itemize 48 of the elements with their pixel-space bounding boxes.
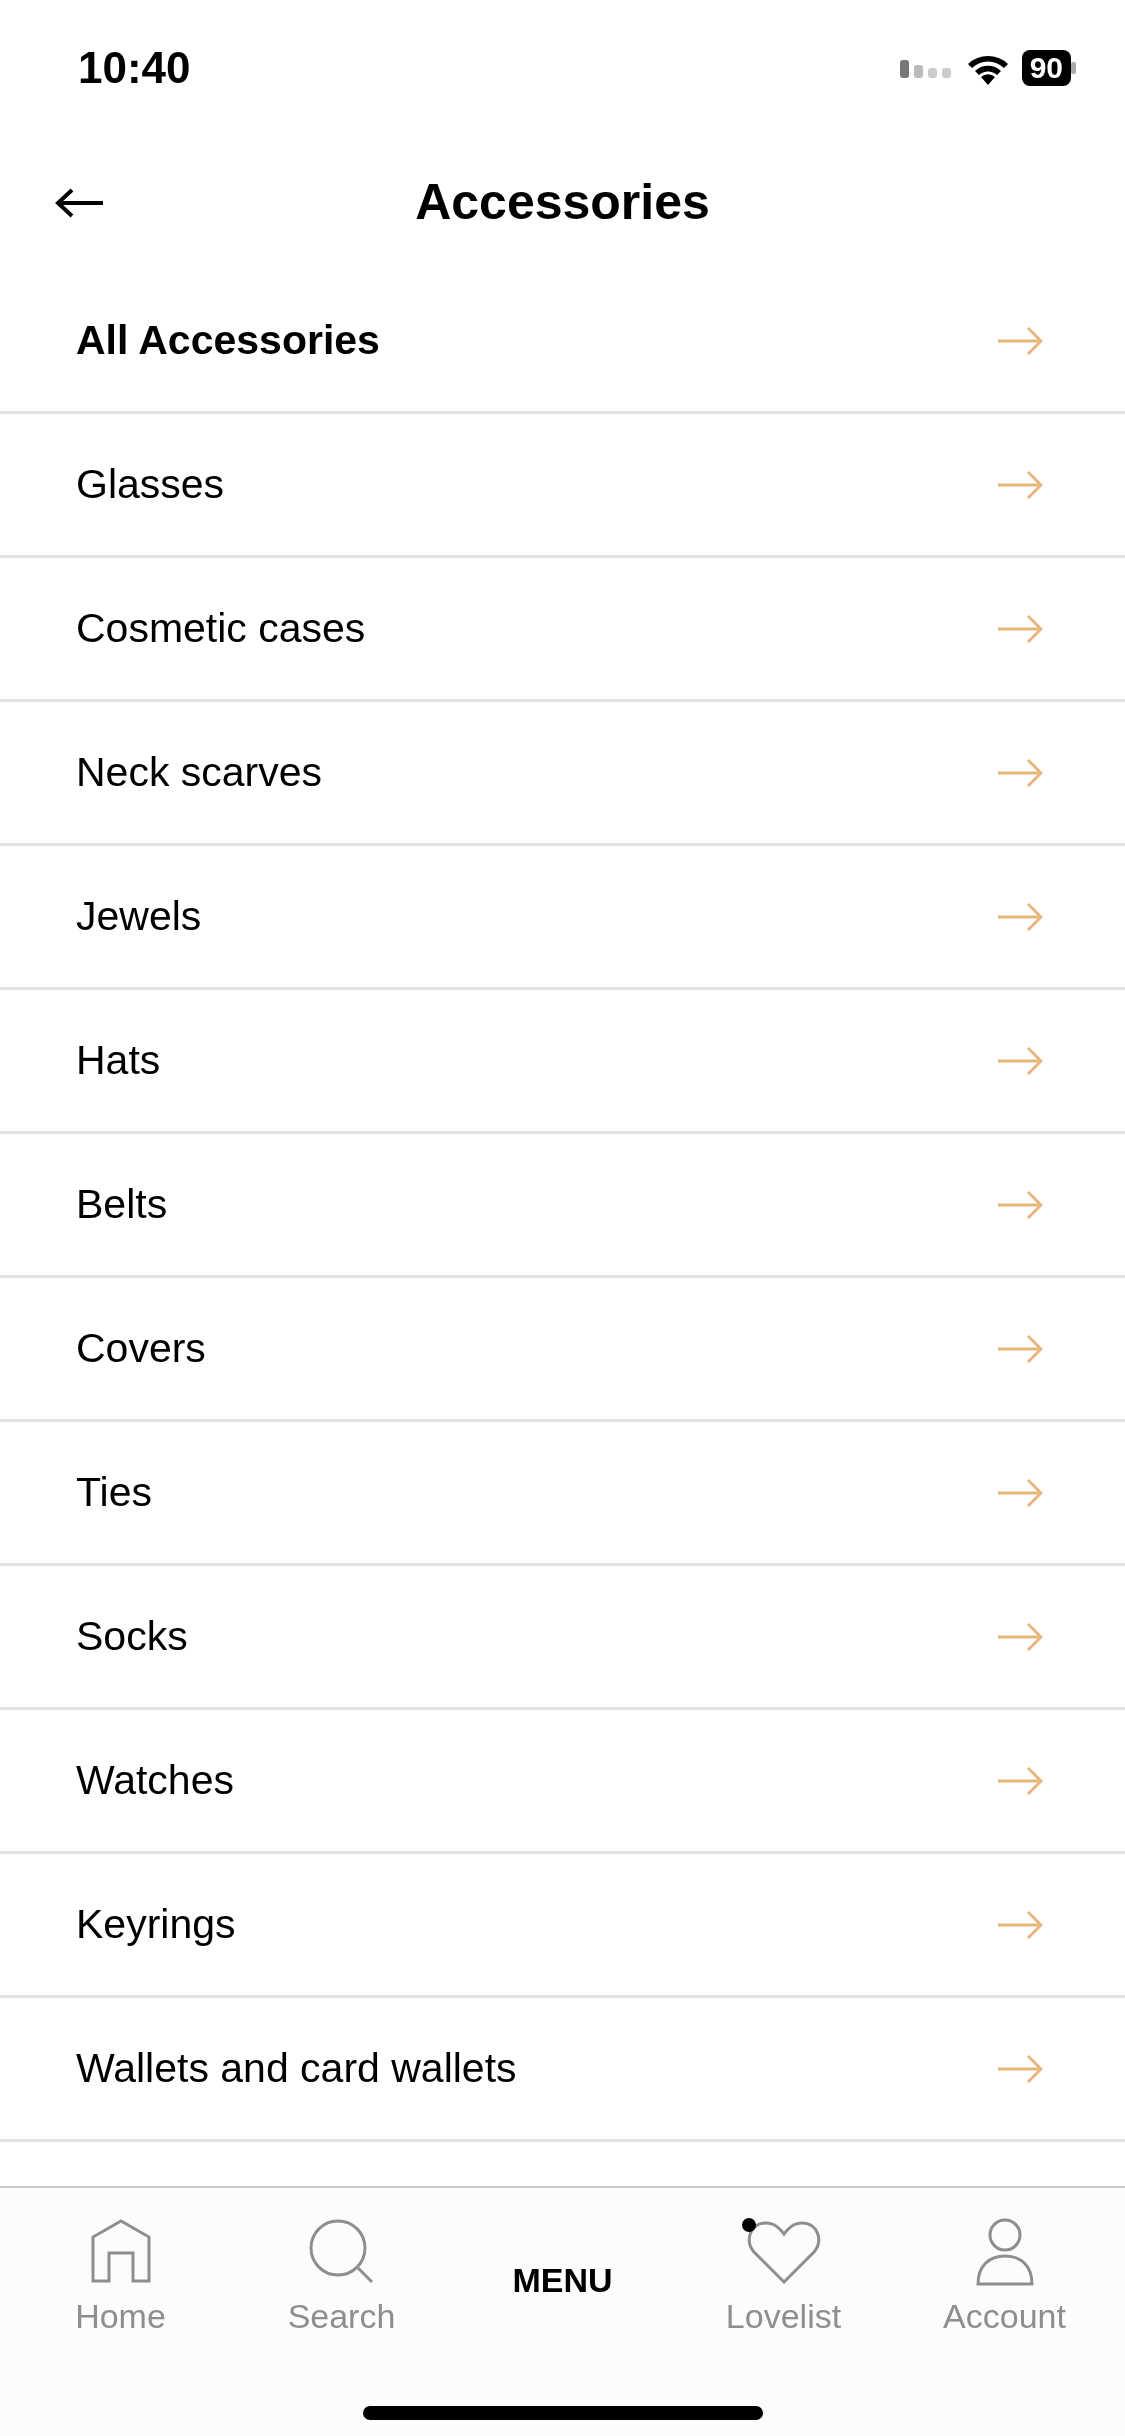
category-label: Belts	[76, 1179, 168, 1229]
arrow-right-icon	[997, 469, 1043, 500]
category-row[interactable]: Covers	[0, 1278, 1125, 1422]
category-label: Hats	[76, 1035, 161, 1085]
category-row[interactable]: Hats	[0, 990, 1125, 1134]
arrow-right-icon	[997, 613, 1043, 644]
category-row[interactable]: Belts	[0, 1134, 1125, 1278]
category-label: Glasses	[76, 459, 225, 509]
category-label: Socks	[76, 1611, 188, 1661]
arrow-right-icon	[997, 1765, 1043, 1796]
arrow-right-icon	[997, 1045, 1043, 1076]
page-title: Accessories	[415, 173, 710, 232]
category-row[interactable]: Jewels	[0, 846, 1125, 990]
category-row[interactable]: Neck scarves	[0, 702, 1125, 846]
battery-level: 90	[1021, 49, 1071, 86]
arrow-right-icon	[997, 1189, 1043, 1220]
category-label: Wallets and card wallets	[76, 2043, 517, 2093]
category-row[interactable]: All Accessories	[0, 270, 1125, 414]
category-label: Jewels	[76, 891, 202, 941]
arrow-right-icon	[997, 2053, 1043, 2084]
arrow-right-icon	[997, 1477, 1043, 1508]
category-label: Keyrings	[76, 1899, 236, 1949]
category-label: Covers	[76, 1323, 206, 1373]
arrow-right-icon	[997, 325, 1043, 356]
battery-tip-icon	[1071, 61, 1077, 74]
category-row[interactable]: Glasses	[0, 414, 1125, 558]
tab-item[interactable]: MENU	[462, 2212, 663, 2342]
person-icon	[974, 2217, 1035, 2286]
category-label: Neck scarves	[76, 747, 323, 797]
category-row[interactable]: Ties	[0, 1422, 1125, 1566]
category-label: Watches	[76, 1755, 234, 1805]
category-row[interactable]: Keyrings	[0, 1854, 1125, 1998]
arrow-right-icon	[997, 901, 1043, 932]
search-icon	[307, 2217, 376, 2286]
category-label: Ties	[76, 1467, 152, 1517]
category-row[interactable]: Socks	[0, 1566, 1125, 1710]
category-row[interactable]: Cosmetic cases	[0, 558, 1125, 702]
category-row[interactable]: Wallets and card wallets	[0, 1998, 1125, 2142]
status-time: 10:40	[78, 41, 191, 94]
arrow-right-icon	[997, 1333, 1043, 1364]
arrow-right-icon	[997, 757, 1043, 788]
arrow-right-icon	[997, 1909, 1043, 1940]
heart-icon	[746, 2219, 821, 2284]
category-label: Cosmetic cases	[76, 603, 366, 653]
category-row[interactable]: Watches	[0, 1710, 1125, 1854]
category-label: All Accessories	[76, 315, 380, 365]
arrow-right-icon	[997, 1621, 1043, 1652]
signal-icon	[899, 57, 954, 78]
